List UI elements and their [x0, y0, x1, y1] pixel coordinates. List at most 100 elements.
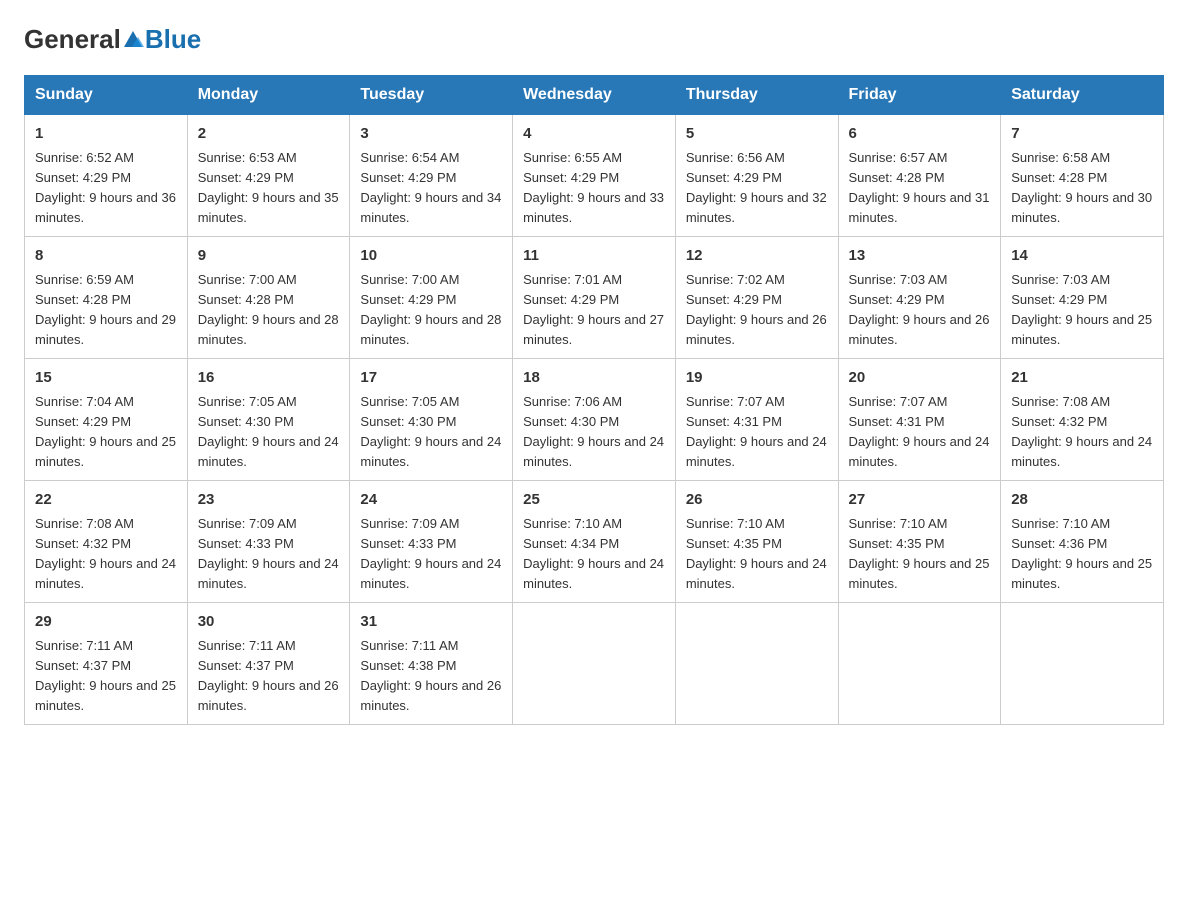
calendar-cell: 20Sunrise: 7:07 AMSunset: 4:31 PMDayligh… — [838, 359, 1001, 481]
logo-blue-text: Blue — [145, 24, 201, 55]
calendar-cell: 6Sunrise: 6:57 AMSunset: 4:28 PMDaylight… — [838, 115, 1001, 237]
day-info: Sunrise: 7:10 AMSunset: 4:34 PMDaylight:… — [523, 514, 665, 595]
page-header: General Blue — [24, 24, 1164, 55]
day-number: 9 — [198, 245, 340, 268]
day-number: 13 — [849, 245, 991, 268]
weekday-header-friday: Friday — [838, 76, 1001, 115]
weekday-header-wednesday: Wednesday — [513, 76, 676, 115]
calendar-cell — [513, 603, 676, 725]
day-number: 21 — [1011, 367, 1153, 390]
day-info: Sunrise: 7:03 AMSunset: 4:29 PMDaylight:… — [1011, 270, 1153, 351]
day-number: 3 — [360, 123, 502, 146]
weekday-header-thursday: Thursday — [675, 76, 838, 115]
calendar-cell: 2Sunrise: 6:53 AMSunset: 4:29 PMDaylight… — [187, 115, 350, 237]
day-info: Sunrise: 7:09 AMSunset: 4:33 PMDaylight:… — [360, 514, 502, 595]
day-number: 2 — [198, 123, 340, 146]
calendar-week-3: 15Sunrise: 7:04 AMSunset: 4:29 PMDayligh… — [25, 359, 1164, 481]
day-info: Sunrise: 6:58 AMSunset: 4:28 PMDaylight:… — [1011, 148, 1153, 229]
day-number: 22 — [35, 489, 177, 512]
calendar-cell: 28Sunrise: 7:10 AMSunset: 4:36 PMDayligh… — [1001, 481, 1164, 603]
day-number: 20 — [849, 367, 991, 390]
weekday-header-tuesday: Tuesday — [350, 76, 513, 115]
day-number: 19 — [686, 367, 828, 390]
day-info: Sunrise: 7:05 AMSunset: 4:30 PMDaylight:… — [360, 392, 502, 473]
calendar-cell: 13Sunrise: 7:03 AMSunset: 4:29 PMDayligh… — [838, 237, 1001, 359]
calendar-cell: 23Sunrise: 7:09 AMSunset: 4:33 PMDayligh… — [187, 481, 350, 603]
calendar-cell: 16Sunrise: 7:05 AMSunset: 4:30 PMDayligh… — [187, 359, 350, 481]
day-number: 24 — [360, 489, 502, 512]
day-info: Sunrise: 7:07 AMSunset: 4:31 PMDaylight:… — [849, 392, 991, 473]
calendar-cell: 4Sunrise: 6:55 AMSunset: 4:29 PMDaylight… — [513, 115, 676, 237]
day-number: 14 — [1011, 245, 1153, 268]
calendar-cell: 7Sunrise: 6:58 AMSunset: 4:28 PMDaylight… — [1001, 115, 1164, 237]
day-info: Sunrise: 6:52 AMSunset: 4:29 PMDaylight:… — [35, 148, 177, 229]
day-info: Sunrise: 7:00 AMSunset: 4:29 PMDaylight:… — [360, 270, 502, 351]
calendar-cell — [838, 603, 1001, 725]
calendar-cell — [675, 603, 838, 725]
day-number: 6 — [849, 123, 991, 146]
calendar-cell: 21Sunrise: 7:08 AMSunset: 4:32 PMDayligh… — [1001, 359, 1164, 481]
day-info: Sunrise: 7:00 AMSunset: 4:28 PMDaylight:… — [198, 270, 340, 351]
day-number: 5 — [686, 123, 828, 146]
calendar-cell: 5Sunrise: 6:56 AMSunset: 4:29 PMDaylight… — [675, 115, 838, 237]
day-number: 7 — [1011, 123, 1153, 146]
day-info: Sunrise: 7:11 AMSunset: 4:37 PMDaylight:… — [198, 636, 340, 717]
calendar-cell: 17Sunrise: 7:05 AMSunset: 4:30 PMDayligh… — [350, 359, 513, 481]
day-info: Sunrise: 7:08 AMSunset: 4:32 PMDaylight:… — [1011, 392, 1153, 473]
day-info: Sunrise: 6:57 AMSunset: 4:28 PMDaylight:… — [849, 148, 991, 229]
weekday-header-monday: Monday — [187, 76, 350, 115]
day-info: Sunrise: 6:53 AMSunset: 4:29 PMDaylight:… — [198, 148, 340, 229]
day-info: Sunrise: 7:10 AMSunset: 4:35 PMDaylight:… — [686, 514, 828, 595]
calendar-cell: 11Sunrise: 7:01 AMSunset: 4:29 PMDayligh… — [513, 237, 676, 359]
calendar-cell — [1001, 603, 1164, 725]
calendar-cell: 12Sunrise: 7:02 AMSunset: 4:29 PMDayligh… — [675, 237, 838, 359]
weekday-header-saturday: Saturday — [1001, 76, 1164, 115]
day-info: Sunrise: 6:55 AMSunset: 4:29 PMDaylight:… — [523, 148, 665, 229]
day-info: Sunrise: 7:11 AMSunset: 4:38 PMDaylight:… — [360, 636, 502, 717]
day-info: Sunrise: 6:56 AMSunset: 4:29 PMDaylight:… — [686, 148, 828, 229]
day-info: Sunrise: 7:10 AMSunset: 4:35 PMDaylight:… — [849, 514, 991, 595]
day-number: 29 — [35, 611, 177, 634]
day-info: Sunrise: 7:05 AMSunset: 4:30 PMDaylight:… — [198, 392, 340, 473]
calendar-cell: 24Sunrise: 7:09 AMSunset: 4:33 PMDayligh… — [350, 481, 513, 603]
calendar-cell: 9Sunrise: 7:00 AMSunset: 4:28 PMDaylight… — [187, 237, 350, 359]
day-number: 30 — [198, 611, 340, 634]
calendar-cell: 19Sunrise: 7:07 AMSunset: 4:31 PMDayligh… — [675, 359, 838, 481]
calendar-cell: 27Sunrise: 7:10 AMSunset: 4:35 PMDayligh… — [838, 481, 1001, 603]
calendar-cell: 22Sunrise: 7:08 AMSunset: 4:32 PMDayligh… — [25, 481, 188, 603]
logo: General Blue — [24, 24, 201, 55]
day-number: 25 — [523, 489, 665, 512]
day-number: 16 — [198, 367, 340, 390]
day-info: Sunrise: 6:54 AMSunset: 4:29 PMDaylight:… — [360, 148, 502, 229]
day-number: 4 — [523, 123, 665, 146]
day-info: Sunrise: 7:08 AMSunset: 4:32 PMDaylight:… — [35, 514, 177, 595]
day-info: Sunrise: 7:07 AMSunset: 4:31 PMDaylight:… — [686, 392, 828, 473]
day-number: 23 — [198, 489, 340, 512]
day-number: 8 — [35, 245, 177, 268]
calendar-table: SundayMondayTuesdayWednesdayThursdayFrid… — [24, 75, 1164, 725]
calendar-week-2: 8Sunrise: 6:59 AMSunset: 4:28 PMDaylight… — [25, 237, 1164, 359]
day-number: 1 — [35, 123, 177, 146]
calendar-week-5: 29Sunrise: 7:11 AMSunset: 4:37 PMDayligh… — [25, 603, 1164, 725]
day-number: 26 — [686, 489, 828, 512]
day-info: Sunrise: 7:03 AMSunset: 4:29 PMDaylight:… — [849, 270, 991, 351]
day-number: 27 — [849, 489, 991, 512]
weekday-header-sunday: Sunday — [25, 76, 188, 115]
calendar-cell: 15Sunrise: 7:04 AMSunset: 4:29 PMDayligh… — [25, 359, 188, 481]
day-info: Sunrise: 7:02 AMSunset: 4:29 PMDaylight:… — [686, 270, 828, 351]
day-info: Sunrise: 7:04 AMSunset: 4:29 PMDaylight:… — [35, 392, 177, 473]
day-number: 18 — [523, 367, 665, 390]
day-number: 12 — [686, 245, 828, 268]
day-number: 10 — [360, 245, 502, 268]
logo-general-text: General — [24, 24, 121, 55]
calendar-cell: 8Sunrise: 6:59 AMSunset: 4:28 PMDaylight… — [25, 237, 188, 359]
logo-icon — [122, 29, 144, 51]
calendar-cell: 3Sunrise: 6:54 AMSunset: 4:29 PMDaylight… — [350, 115, 513, 237]
day-number: 17 — [360, 367, 502, 390]
calendar-cell: 31Sunrise: 7:11 AMSunset: 4:38 PMDayligh… — [350, 603, 513, 725]
day-info: Sunrise: 7:01 AMSunset: 4:29 PMDaylight:… — [523, 270, 665, 351]
calendar-week-1: 1Sunrise: 6:52 AMSunset: 4:29 PMDaylight… — [25, 115, 1164, 237]
day-info: Sunrise: 7:11 AMSunset: 4:37 PMDaylight:… — [35, 636, 177, 717]
weekday-header-row: SundayMondayTuesdayWednesdayThursdayFrid… — [25, 76, 1164, 115]
day-info: Sunrise: 7:09 AMSunset: 4:33 PMDaylight:… — [198, 514, 340, 595]
